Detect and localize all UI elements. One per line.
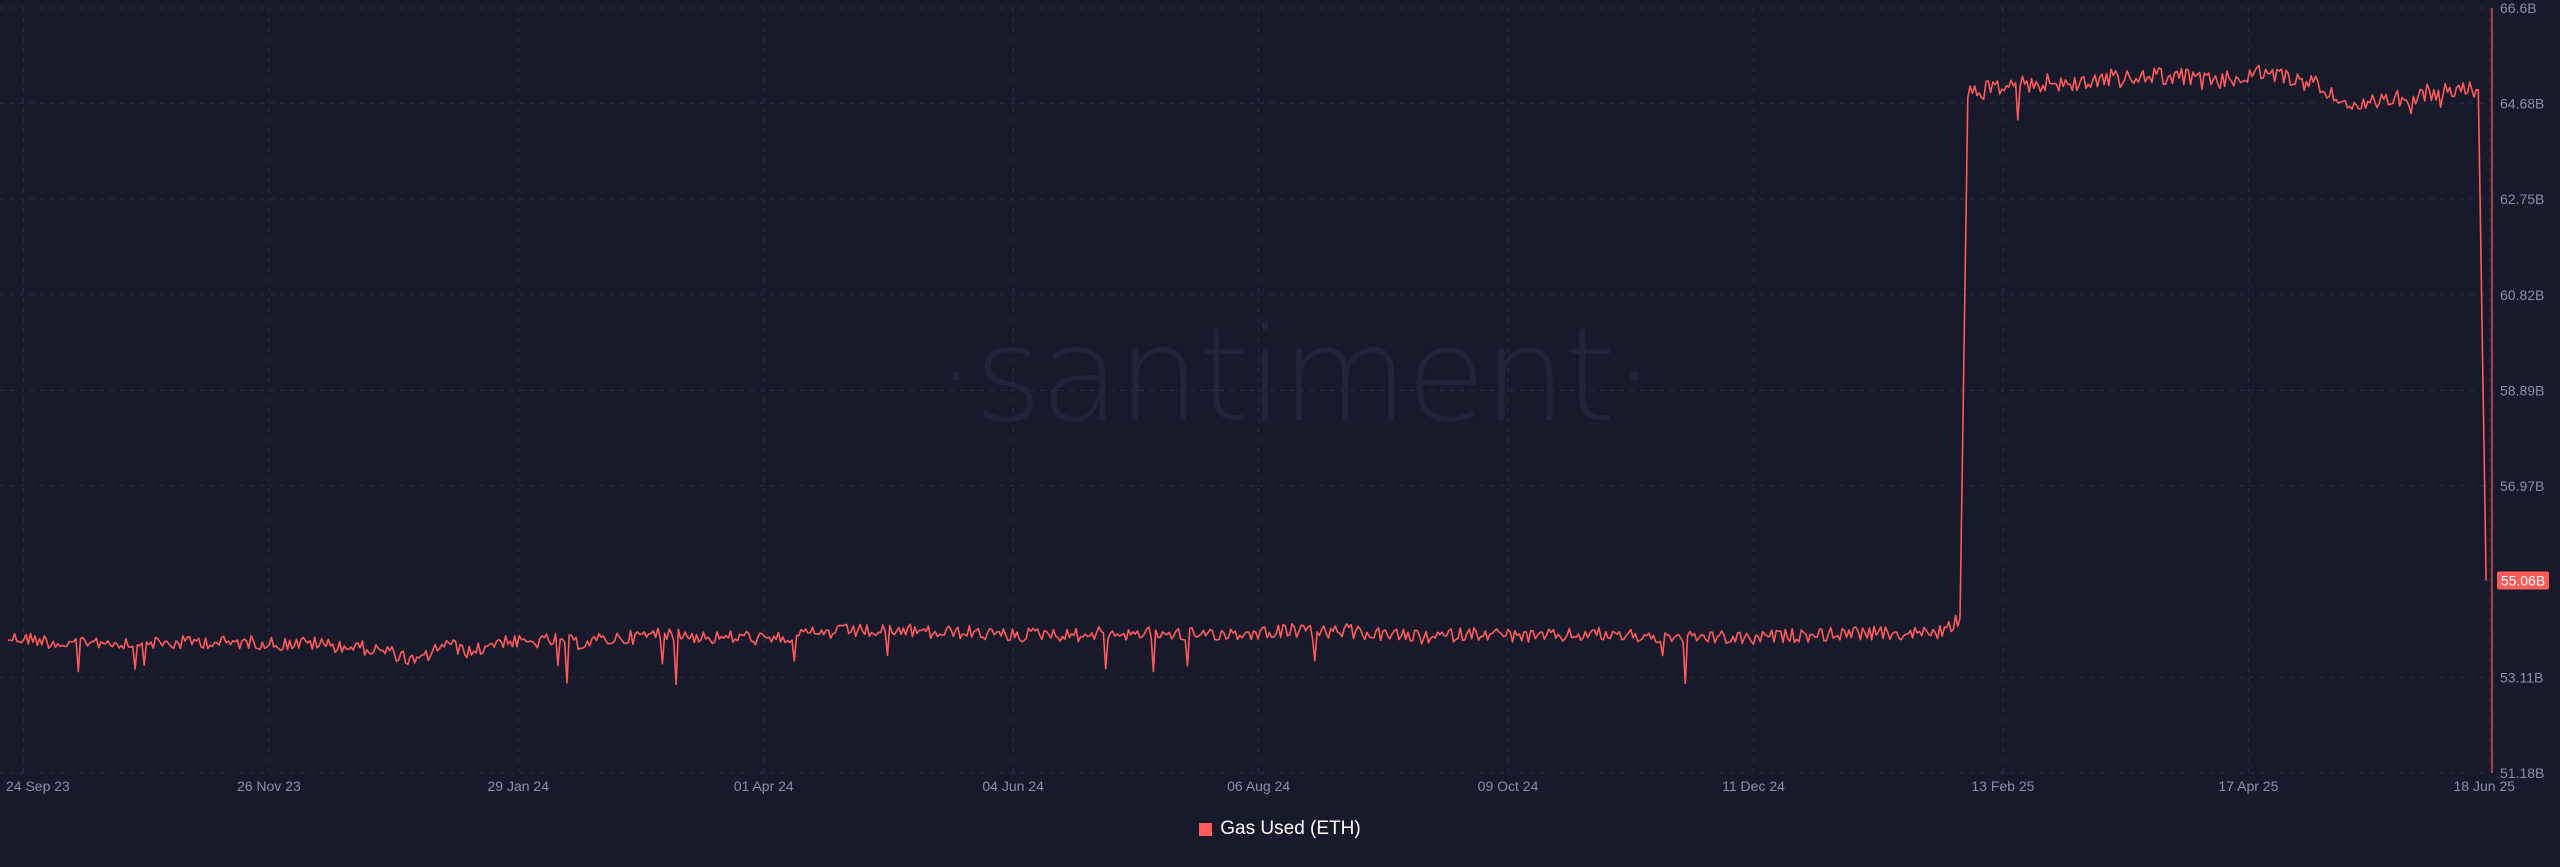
x-tick-label: 13 Feb 25 xyxy=(1971,778,2034,794)
x-tick-label: 24 Sep 23 xyxy=(6,778,70,794)
y-tick-label: 51.18B xyxy=(2500,765,2544,781)
x-tick-label: 26 Nov 23 xyxy=(237,778,301,794)
chart-legend[interactable]: Gas Used (ETH) xyxy=(0,818,2560,840)
current-value-label: 55.06B xyxy=(2501,573,2545,589)
y-tick-label: 62.75B xyxy=(2500,191,2544,207)
y-tick-label: 60.82B xyxy=(2500,287,2544,303)
x-tick-label: 06 Aug 24 xyxy=(1227,778,1290,794)
legend-swatch xyxy=(1199,822,1213,836)
x-tick-label: 04 Jun 24 xyxy=(982,778,1044,794)
x-tick-label: 09 Oct 24 xyxy=(1478,778,1539,794)
y-tick-label: 64.68B xyxy=(2500,95,2544,111)
chart-container: ·santiment· 24 Sep 23 26 Nov 23 29 Jan 24 0… xyxy=(0,0,2560,867)
y-tick-label: 53.11B xyxy=(2500,669,2543,685)
x-tick-label: 01 Apr 24 xyxy=(734,778,794,794)
x-tick-label: 11 Dec 24 xyxy=(1722,778,1785,794)
legend-label: Gas Used (ETH) xyxy=(1220,818,1361,839)
x-tick-label: 17 Apr 25 xyxy=(2218,778,2278,794)
x-tick-label: 29 Jan 24 xyxy=(488,778,550,794)
line-chart: ·santiment· 24 Sep 23 26 Nov 23 29 Jan 24 0… xyxy=(0,0,2549,794)
y-tick-label: 58.89B xyxy=(2500,383,2544,399)
y-tick-label: 66.6B xyxy=(2500,0,2537,16)
watermark-logo: ·santiment· xyxy=(935,299,1653,451)
y-tick-label: 56.97B xyxy=(2500,478,2544,494)
